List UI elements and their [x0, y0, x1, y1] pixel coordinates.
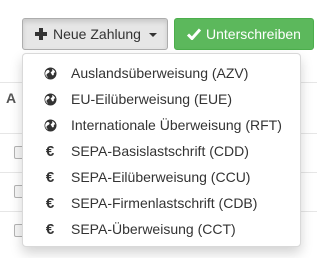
euro-icon: €	[45, 194, 55, 212]
globe-icon	[43, 67, 57, 80]
menu-item[interactable]: € SEPA-Basislastschrift (CDD)	[23, 138, 300, 164]
new-payment-label: Neue Zahlung	[53, 26, 141, 42]
new-payment-dropdown-menu: Auslandsüberweisung (AZV) EU-Eilüberweisu…	[22, 53, 301, 247]
new-payment-button[interactable]: Neue Zahlung	[22, 18, 168, 50]
caret-down-icon	[148, 33, 157, 37]
menu-item-label: Internationale Überweisung (RFT)	[71, 117, 282, 133]
sign-label: Unterschreiben	[206, 26, 301, 42]
menu-item-label: SEPA-Eilüberweisung (CCU)	[71, 169, 251, 185]
table-header-fragment: A	[6, 90, 17, 106]
globe-icon	[43, 119, 57, 132]
menu-item[interactable]: Auslandsüberweisung (AZV)	[23, 60, 300, 86]
globe-icon	[43, 93, 57, 106]
menu-item[interactable]: € SEPA-Überweisung (CCT)	[23, 216, 300, 242]
euro-icon: €	[45, 220, 55, 238]
euro-icon: €	[45, 142, 55, 160]
menu-item[interactable]: EU-Eilüberweisung (EUE)	[23, 86, 300, 112]
plus-icon	[35, 28, 47, 40]
menu-item-label: EU-Eilüberweisung (EUE)	[71, 91, 233, 107]
check-icon	[187, 28, 201, 40]
menu-item[interactable]: € SEPA-Eilüberweisung (CCU)	[23, 164, 300, 190]
sign-button[interactable]: Unterschreiben	[174, 18, 314, 50]
menu-item[interactable]: Internationale Überweisung (RFT)	[23, 112, 300, 138]
menu-item[interactable]: € SEPA-Firmenlastschrift (CDB)	[23, 190, 300, 216]
menu-item-label: SEPA-Überweisung (CCT)	[71, 221, 236, 237]
menu-item-label: SEPA-Basislastschrift (CDD)	[71, 143, 249, 159]
menu-item-label: Auslandsüberweisung (AZV)	[71, 65, 249, 81]
menu-item-label: SEPA-Firmenlastschrift (CDB)	[71, 195, 258, 211]
euro-icon: €	[45, 168, 55, 186]
